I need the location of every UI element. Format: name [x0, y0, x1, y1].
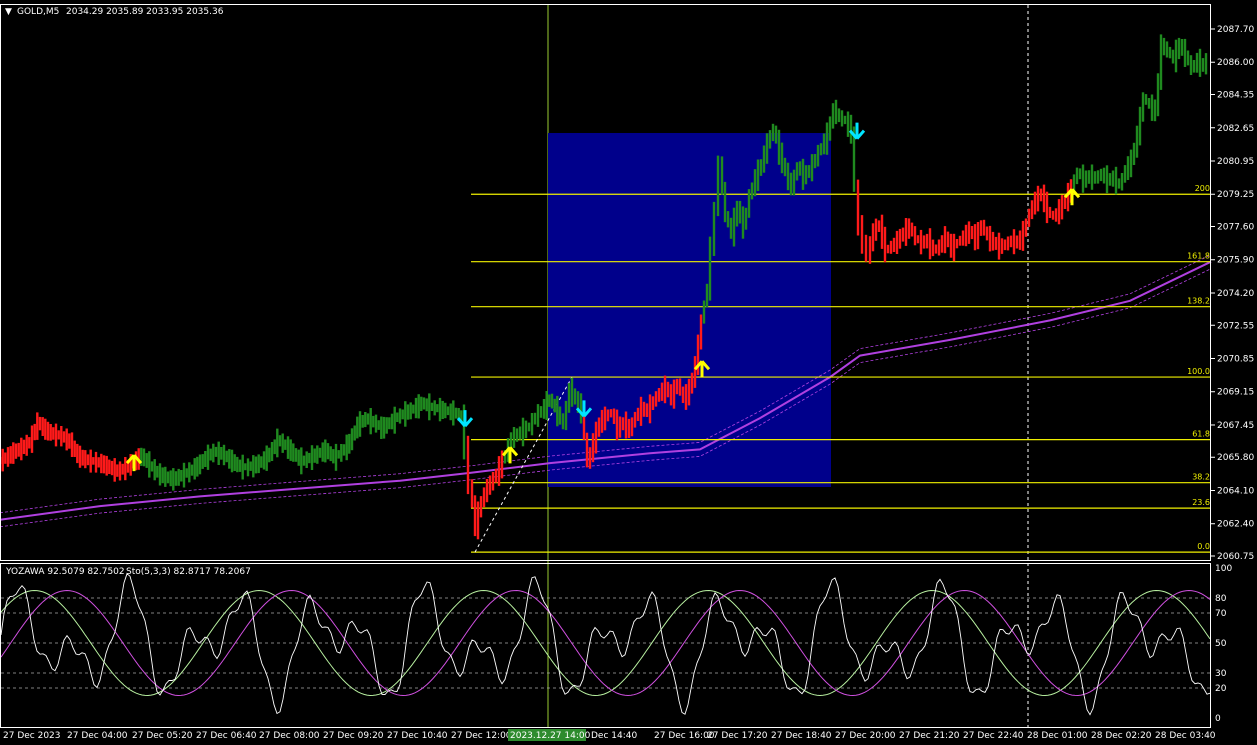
price-axis-label: 2072.55: [1217, 321, 1254, 331]
time-axis-label: 27 Dec 12:00: [451, 731, 512, 741]
time-axis-label: 28 Dec 01:00: [1027, 731, 1088, 741]
price-axis-label: 2064.10: [1217, 486, 1254, 496]
time-axis-label: 27 Dec 20:00: [835, 731, 896, 741]
dropdown-arrow-icon[interactable]: ▼: [5, 7, 12, 17]
price-axis-label: 2079.25: [1217, 190, 1254, 200]
osc-panel-border: [0, 563, 1211, 728]
osc-axis-label: 70: [1215, 609, 1227, 619]
fib-label: 38.2: [1192, 473, 1210, 482]
price-axis-label: 2086.00: [1217, 58, 1254, 68]
stoch-label: Sto(5,3,3) 82.8717 78.2067: [126, 567, 251, 577]
header: ▼ GOLD,M5 2034.29 2035.89 2033.95 2035.3…: [5, 7, 224, 17]
ohlc-values: 2034.29 2035.89 2033.95 2035.36: [66, 7, 224, 17]
time-axis-label: 27 Dec 16:00: [654, 731, 715, 741]
price-axis-label: 2069.15: [1217, 388, 1254, 398]
time-axis-label: 28 Dec 02:20: [1091, 731, 1152, 741]
osc-axis-label: 20: [1215, 684, 1227, 694]
price-axis-label: 2087.70: [1217, 25, 1254, 35]
fib-label: 161.8: [1187, 252, 1210, 261]
fib-label: 138.2: [1187, 297, 1210, 306]
time-axis-label: 27 Dec 21:20: [899, 731, 960, 741]
oscillator-panel: 100 80 70 50 30 20 0: [0, 564, 1232, 724]
price-axis-label: 2077.60: [1217, 223, 1254, 233]
price-axis-label: 2075.90: [1217, 256, 1254, 266]
price-axis-label: 2082.65: [1217, 124, 1254, 134]
fib-label: 100.0: [1187, 367, 1210, 376]
price-axis-label: 2065.80: [1217, 453, 1254, 463]
time-axis-label: 27 Dec 04:00: [67, 731, 128, 741]
osc-axis-label: 0: [1215, 714, 1221, 724]
fib-label: 61.8: [1192, 430, 1210, 439]
osc-axis-label: 50: [1215, 639, 1227, 649]
price-axis-label: 2084.35: [1217, 91, 1254, 101]
time-axis-label: 27 Dec 2023: [3, 731, 61, 741]
time-axis-label: 27 Dec 22:40: [963, 731, 1024, 741]
time-axis-label: 27 Dec 10:40: [387, 731, 448, 741]
indicator-header: YOZAWA 92.5079 82.7502 Sto(5,3,3) 82.871…: [5, 567, 251, 577]
time-axis-label: 27 Dec 08:00: [259, 731, 320, 741]
time-axis-label: 27 Dec 06:40: [196, 731, 257, 741]
price-axis-label: 2080.95: [1217, 157, 1254, 167]
fib-label: 23.6: [1192, 498, 1210, 507]
time-axis-label: 27 Dec 17:20: [707, 731, 768, 741]
yozawa-label: YOZAWA 92.5079 82.7502: [5, 567, 125, 577]
osc-axis-label: 100: [1215, 564, 1232, 574]
time-axis-label: 28 Dec 03:40: [1155, 731, 1216, 741]
price-axis-label: 2074.20: [1217, 289, 1254, 299]
price-axis-label: 2067.45: [1217, 421, 1254, 431]
time-axis-label: 27 Dec 09:20: [323, 731, 384, 741]
osc-axis-label: 80: [1215, 594, 1227, 604]
fib-label: 200: [1195, 184, 1210, 193]
time-axis-label: 27 Dec 18:40: [771, 731, 832, 741]
price-axis-label: 2070.85: [1217, 354, 1254, 364]
price-chart[interactable]: 200161.8138.2100.061.838.223.60.0 100807…: [0, 0, 1257, 745]
time-axis-label: 2023.12.27 14:00: [510, 731, 591, 741]
symbol-label: GOLD,M5: [17, 7, 59, 17]
fib-label: 0.0: [1197, 542, 1210, 551]
price-axis-label: 2060.75: [1217, 552, 1254, 562]
price-axis-label: 2062.40: [1217, 520, 1254, 530]
time-axis-label: Dec 14:40: [591, 731, 637, 741]
osc-axis-label: 30: [1215, 669, 1227, 679]
time-axis-label: 27 Dec 05:20: [132, 731, 193, 741]
